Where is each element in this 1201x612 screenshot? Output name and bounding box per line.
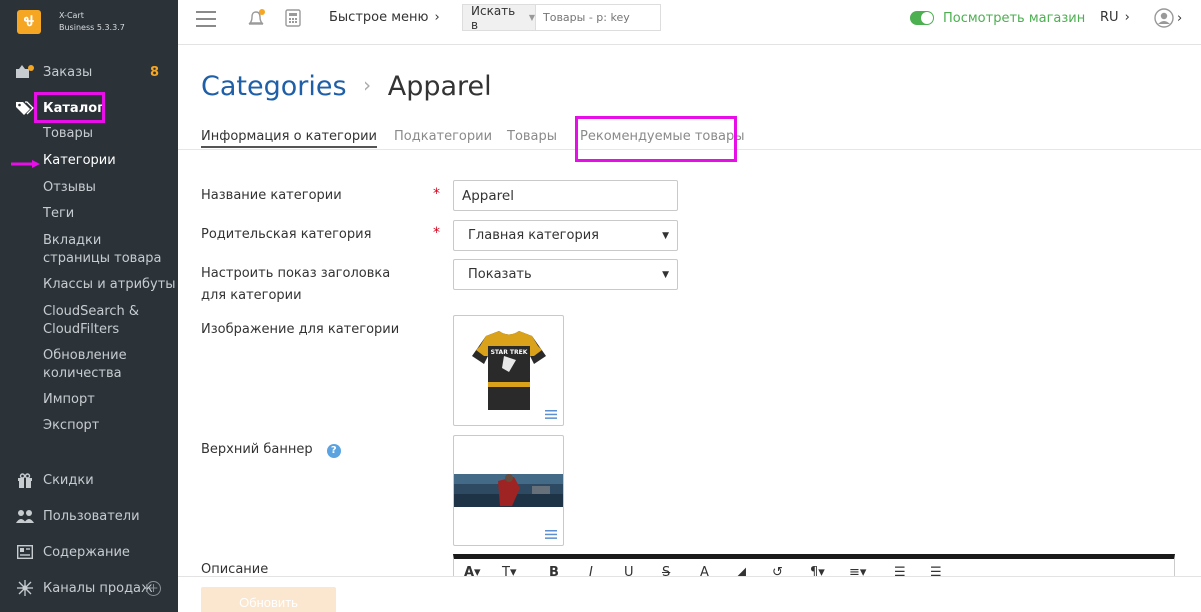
- gift-icon: [16, 472, 34, 488]
- parent-category-select[interactable]: Главная категория ▼: [453, 220, 678, 251]
- sidebar-item-label: Скидки: [43, 472, 94, 488]
- brand-name: X-Cart: [59, 11, 84, 20]
- search-input[interactable]: [535, 4, 661, 31]
- network-icon: [16, 580, 34, 596]
- sidebar-item-label: Пользователи: [43, 508, 140, 524]
- orders-icon: [16, 64, 34, 80]
- sidebar-subitem-products[interactable]: Товары: [43, 125, 93, 143]
- orders-count-badge: 8: [150, 64, 160, 80]
- category-name-input[interactable]: Apparel: [453, 180, 678, 211]
- tab-products[interactable]: Товары: [507, 129, 557, 144]
- menu-lines-icon[interactable]: [545, 530, 557, 539]
- chevron-right-icon: ›: [363, 73, 372, 97]
- sidebar-item-content[interactable]: Содержание: [0, 543, 178, 561]
- svg-text:STAR TREK: STAR TREK: [491, 349, 528, 356]
- view-store-link[interactable]: Посмотреть магазин: [943, 11, 1085, 26]
- featured-tab-highlight-box: [575, 116, 737, 162]
- tags-icon: [16, 100, 34, 116]
- topbar: Быстрое меню › Искать в ▼ Посмотреть маг…: [178, 0, 1201, 45]
- chevron-right-icon: ›: [434, 10, 440, 25]
- store-toggle[interactable]: [910, 11, 934, 25]
- parent-category-label: Родительская категория: [201, 227, 372, 242]
- bell-icon[interactable]: [247, 9, 267, 28]
- sidebar-item-discounts[interactable]: Скидки: [0, 471, 178, 489]
- user-avatar-icon: [1154, 8, 1174, 28]
- quick-menu-label: Быстрое меню: [329, 10, 429, 25]
- arrow-right-icon: [11, 157, 41, 172]
- sidebar-subitem-quantity-update[interactable]: Обновление количества: [43, 347, 163, 382]
- banner-image: [454, 474, 563, 507]
- sidebar-subitem-product-tabs[interactable]: Вкладки страницы товара: [43, 232, 168, 267]
- tab-category-info[interactable]: Информация о категории: [201, 129, 377, 148]
- breadcrumb-root-link[interactable]: Categories: [201, 71, 347, 102]
- toggle-knob: [921, 12, 933, 24]
- catalog-highlight-box: [34, 92, 105, 123]
- sidebar-item-users[interactable]: Пользователи: [0, 507, 178, 525]
- search-scope-select[interactable]: Искать в ▼: [462, 4, 536, 32]
- category-name-label: Название категории: [201, 188, 342, 203]
- sidebar-item-orders[interactable]: Заказы 8: [0, 63, 178, 81]
- sidebar-item-sales-channels[interactable]: Каналы продаж +: [0, 579, 178, 597]
- show-title-label: Настроить показ заголовка для категории: [201, 266, 391, 303]
- top-banner-upload[interactable]: [453, 435, 564, 546]
- sticky-footer: Обновить: [178, 576, 1201, 612]
- sidebar-subitem-categories[interactable]: Категории: [43, 152, 116, 170]
- add-channel-icon[interactable]: +: [146, 580, 161, 596]
- category-image-label: Изображение для категории: [201, 322, 400, 337]
- caret-down-icon: ▼: [662, 269, 669, 280]
- xcart-logo-icon: Ꮰ: [17, 10, 41, 34]
- chevron-right-icon: ›: [1177, 10, 1183, 26]
- sidebar-subitem-cloudsearch[interactable]: CloudSearch & CloudFilters: [43, 303, 163, 338]
- sidebar-item-label: Каналы продаж: [43, 580, 153, 596]
- sidebar-subitem-classes-attributes[interactable]: Классы и атрибуты: [43, 276, 176, 294]
- show-title-select[interactable]: Показать ▼: [453, 259, 678, 290]
- breadcrumb: Categories › Apparel: [201, 71, 492, 102]
- sidebar-item-label: Содержание: [43, 544, 130, 560]
- update-button[interactable]: Обновить: [201, 587, 336, 612]
- chevron-right-icon: ›: [1124, 10, 1130, 25]
- sidebar-subitem-reviews[interactable]: Отзывы: [43, 179, 96, 197]
- menu-lines-icon[interactable]: [545, 410, 557, 419]
- tab-subcategories[interactable]: Подкатегории: [394, 129, 492, 144]
- calculator-icon[interactable]: [285, 9, 301, 27]
- required-marker: *: [433, 225, 440, 241]
- jersey-image: STAR TREK: [472, 331, 546, 410]
- language-selector[interactable]: RU ›: [1100, 10, 1130, 25]
- sidebar-subitem-tags[interactable]: Теги: [43, 205, 74, 223]
- caret-down-icon: ▼: [662, 230, 669, 241]
- user-menu[interactable]: ›: [1154, 8, 1182, 28]
- main-content: Categories › Apparel Информация о катего…: [178, 45, 1201, 612]
- help-icon[interactable]: ?: [326, 444, 341, 458]
- category-image-upload[interactable]: STAR TREK: [453, 315, 564, 426]
- users-icon: [16, 508, 34, 524]
- hamburger-menu-icon[interactable]: [196, 10, 216, 27]
- sidebar-subitem-import[interactable]: Импорт: [43, 391, 95, 409]
- top-banner-label: Верхний баннер ?: [201, 439, 341, 461]
- brand-edition: Business 5.3.3.7: [59, 23, 125, 32]
- sidebar: Ꮰ X-Cart Business 5.3.3.7 Заказы 8 Катал…: [0, 0, 178, 612]
- page-title: Apparel: [387, 71, 492, 102]
- sidebar-item-label: Заказы: [43, 64, 93, 80]
- brand[interactable]: Ꮰ X-Cart Business 5.3.3.7: [0, 0, 178, 44]
- quick-menu-button[interactable]: Быстрое меню ›: [329, 10, 440, 25]
- required-marker: *: [433, 186, 440, 202]
- sidebar-subitem-export[interactable]: Экспорт: [43, 417, 99, 435]
- content-icon: [16, 544, 34, 560]
